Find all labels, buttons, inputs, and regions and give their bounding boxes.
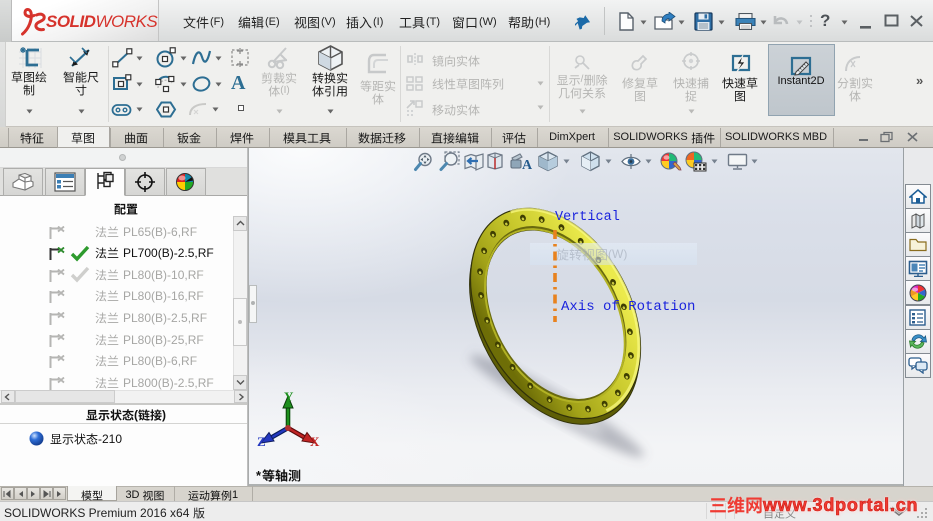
svg-text:Z: Z [257,434,266,449]
svg-text:X: X [310,434,320,449]
svg-text:Y: Y [284,389,294,404]
